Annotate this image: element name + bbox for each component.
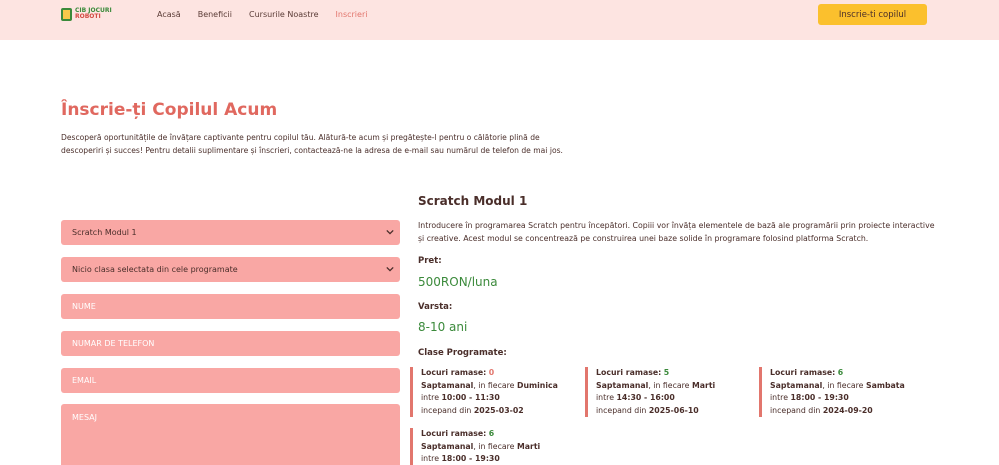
course-title: Scratch Modul 1 bbox=[418, 194, 528, 208]
phone-field[interactable]: NUMAR DE TELEFON bbox=[61, 331, 400, 356]
phone-placeholder: NUMAR DE TELEFON bbox=[72, 339, 155, 348]
spots-label: Locuri ramase: bbox=[421, 429, 487, 438]
class-slot[interactable]: Locuri ramase: 6 Saptamanal, in fiecare … bbox=[759, 367, 924, 417]
time: 18:00 - 19:30 bbox=[790, 393, 849, 402]
class-slot[interactable]: Locuri ramase: 6 Saptamanal, in fiecare … bbox=[410, 428, 575, 465]
main-nav: Acasă Beneficii Cursurile Noastre Inscri… bbox=[157, 10, 384, 19]
name-field[interactable]: NUME bbox=[61, 294, 400, 319]
spots-label: Locuri ramase: bbox=[421, 368, 487, 377]
robot-logo-icon bbox=[61, 7, 72, 21]
spots-count: 6 bbox=[837, 368, 844, 377]
enroll-button[interactable]: Inscrie-ti copilul bbox=[818, 4, 927, 25]
class-slot[interactable]: Locuri ramase: 5 Saptamanal, in fiecare … bbox=[585, 367, 750, 417]
frequency: Saptamanal bbox=[596, 380, 649, 390]
email-field[interactable]: EMAIL bbox=[61, 368, 400, 393]
nav-link-acasa[interactable]: Acasă bbox=[157, 10, 181, 19]
page-description: Descoperă oportunitățile de învățare cap… bbox=[61, 133, 563, 155]
day: Marti bbox=[516, 441, 541, 451]
chevron-down-icon bbox=[386, 266, 394, 272]
start-date: 2025-06-10 bbox=[648, 405, 699, 415]
start-date: 2024-09-20 bbox=[822, 405, 873, 415]
start-date: 2025-03-02 bbox=[473, 405, 524, 415]
chevron-down-icon bbox=[386, 229, 394, 235]
nav-link-cursuri[interactable]: Cursurile Noastre bbox=[249, 10, 319, 19]
course-description: Introducere în programarea Scratch pentr… bbox=[418, 221, 935, 243]
name-placeholder: NUME bbox=[72, 302, 96, 311]
email-placeholder: EMAIL bbox=[72, 376, 97, 385]
time: 10:00 - 11:30 bbox=[441, 393, 500, 402]
top-navbar: CIB JOCURI ROBOTI Acasă Beneficii Cursur… bbox=[0, 0, 999, 40]
class-select[interactable]: Nicio clasa selectata din cele programat… bbox=[61, 257, 400, 282]
logo[interactable]: CIB JOCURI ROBOTI bbox=[61, 6, 113, 22]
scheduled-classes-label: Clase Programate: bbox=[418, 348, 507, 358]
nav-link-inscrieri[interactable]: Inscrieri bbox=[336, 10, 368, 19]
day: Marti bbox=[691, 380, 716, 390]
spots-count: 5 bbox=[663, 368, 670, 377]
frequency: Saptamanal bbox=[421, 380, 474, 390]
spots-label: Locuri ramase: bbox=[770, 368, 836, 377]
time: 18:00 - 19:30 bbox=[441, 454, 500, 463]
message-field[interactable]: MESAJ bbox=[61, 404, 400, 465]
message-placeholder: MESAJ bbox=[72, 413, 98, 422]
course-select[interactable]: Scratch Modul 1 bbox=[61, 220, 400, 245]
price-label: Pret: bbox=[418, 256, 442, 266]
logo-text-line2: ROBOTI bbox=[75, 13, 101, 20]
day: Duminica bbox=[516, 380, 558, 390]
page-title: Înscrie-ți Copilul Acum bbox=[61, 100, 278, 120]
age-value: 8-10 ani bbox=[418, 320, 468, 334]
class-slot[interactable]: Locuri ramase: 0 Saptamanal, in fiecare … bbox=[410, 367, 575, 417]
age-label: Varsta: bbox=[418, 302, 453, 312]
spots-count: 0 bbox=[488, 368, 495, 377]
spots-label: Locuri ramase: bbox=[596, 368, 662, 377]
price-value: 500RON/luna bbox=[418, 275, 498, 289]
frequency: Saptamanal bbox=[770, 380, 823, 390]
day: Sambata bbox=[865, 380, 905, 390]
nav-link-beneficii[interactable]: Beneficii bbox=[198, 10, 232, 19]
spots-count: 6 bbox=[488, 429, 495, 438]
class-select-value: Nicio clasa selectata din cele programat… bbox=[72, 265, 238, 274]
time: 14:30 - 16:00 bbox=[616, 393, 675, 402]
frequency: Saptamanal bbox=[421, 441, 474, 451]
course-select-value: Scratch Modul 1 bbox=[72, 228, 137, 237]
